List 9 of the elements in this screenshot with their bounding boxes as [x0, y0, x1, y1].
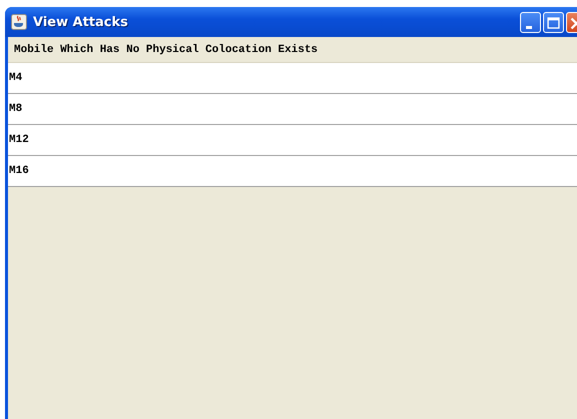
list-item[interactable]: M4	[8, 63, 577, 94]
window-title: View Attacks	[33, 14, 129, 30]
minimize-button[interactable]	[520, 12, 541, 32]
list-item[interactable]: M8	[8, 94, 577, 125]
coffee-cup-icon	[11, 14, 27, 30]
maximize-button[interactable]	[543, 12, 564, 32]
minimize-icon	[526, 26, 532, 28]
list-item[interactable]: M12	[8, 125, 577, 156]
list-item[interactable]: M16	[8, 156, 577, 187]
